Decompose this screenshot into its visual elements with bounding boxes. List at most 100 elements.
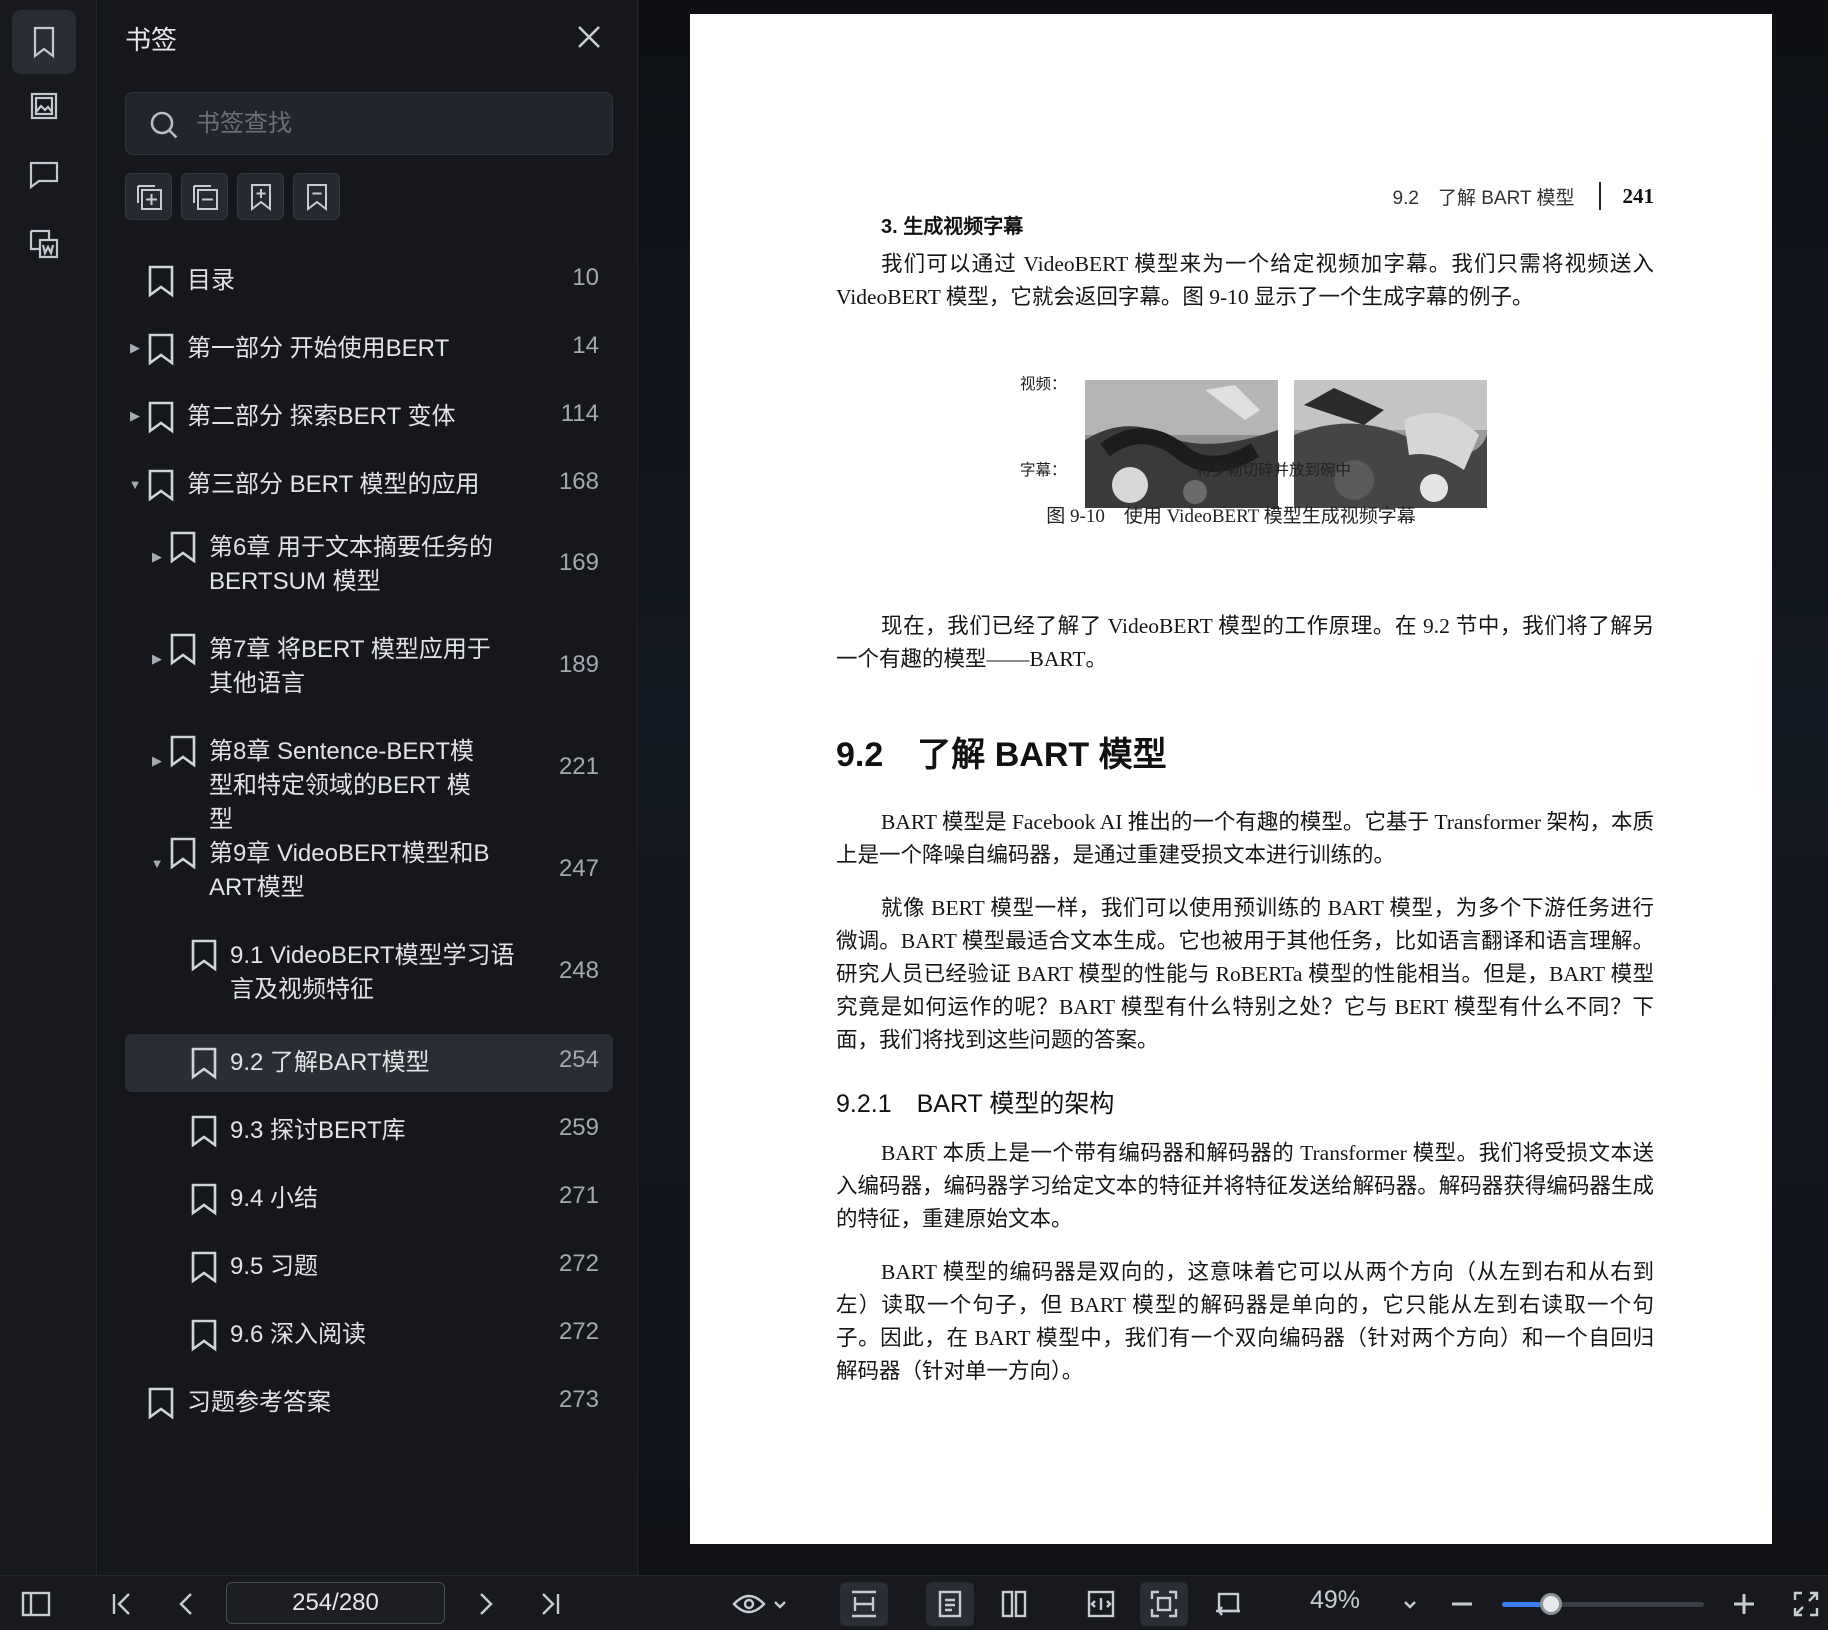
bookmark-item[interactable]: ▶ 第8章 Sentence-BERT模型和特定领域的BERT 模型 221 [125,726,613,833]
thumbnails-tab[interactable] [12,74,76,138]
zoom-dropdown-button[interactable] [1396,1582,1424,1626]
toggle-sidebar-button[interactable] [18,1582,54,1626]
zoom-slider[interactable] [1502,1593,1704,1615]
bookmark-label: 第7章 将BERT 模型应用于其他语言 [209,636,491,697]
bookmark-item[interactable]: 目录 10 [125,252,613,310]
pdf-page: 9.2 了解 BART 模型 241 3. 生成视频字幕 我们可以通过 Vide… [690,14,1772,1544]
bookmark-item[interactable]: 9.6 深入阅读 272 [125,1306,613,1364]
zoom-out-button[interactable] [1446,1582,1478,1626]
figure-frame-2 [1294,380,1487,508]
two-page-icon [1001,1590,1027,1618]
running-head-divider [1598,182,1601,210]
bookmark-icon [168,734,198,768]
word-file-icon [29,229,59,259]
running-head: 9.2 了解 BART 模型 241 [1393,182,1654,210]
bookmark-page-number: 248 [558,957,599,984]
first-page-button[interactable] [106,1582,138,1626]
bookmark-icon [146,264,176,298]
bookmarks-tab[interactable] [12,10,76,74]
chevron-left-icon [179,1593,192,1615]
last-page-button[interactable] [534,1582,566,1626]
comment-icon [29,161,59,190]
bookmark-icon [33,26,55,59]
close-panel-button[interactable] [572,20,606,54]
plus-icon [1734,1594,1754,1614]
expand-arrow-icon[interactable]: ▼ [127,476,143,492]
page-number: 241 [1622,183,1655,208]
fit-screen-icon [1150,1590,1178,1618]
bookmark-label: 第二部分 探索BERT 变体 [187,403,456,430]
collapse-arrow-icon[interactable]: ▶ [149,651,165,667]
fit-screen-button[interactable] [1140,1582,1188,1626]
bookmark-icon [189,1114,219,1148]
rotate-button[interactable] [1204,1582,1252,1626]
bookmark-label: 习题参考答案 [187,1389,331,1416]
bookmark-label: 9.5 习题 [230,1253,319,1280]
view-mode-dropdown[interactable] [730,1582,790,1626]
document-viewer[interactable]: 9.2 了解 BART 模型 241 3. 生成视频字幕 我们可以通过 Vide… [639,0,1828,1575]
bookmark-item[interactable]: 9.4 小结 271 [125,1170,613,1228]
bookmark-icon [168,836,198,870]
paragraph-3: BART 模型是 Facebook AI 推出的一个有趣的模型。它基于 Tran… [836,810,1654,867]
bookmark-label: 第6章 用于文本摘要任务的BERTSUM 模型 [209,534,494,595]
zoom-level[interactable]: 49% [1310,1586,1360,1615]
collapse-arrow-icon[interactable]: ▶ [149,549,165,565]
fit-page-icon [1087,1590,1115,1618]
bookmark-page-number: 273 [558,1386,599,1413]
zoom-in-button[interactable] [1728,1582,1760,1626]
running-head-title: 9.2 了解 BART 模型 [1392,187,1575,209]
bookmark-item[interactable]: ▶ 第二部分 探索BERT 变体 114 [125,388,613,446]
comments-tab[interactable] [12,142,76,206]
collapse-all-button[interactable] [181,173,228,220]
figure-caption-label: 字幕： [1020,462,1067,479]
bookmark-item[interactable]: 9.2 了解BART模型 254 [125,1034,613,1092]
zoom-slider-thumb[interactable] [1540,1593,1563,1615]
word-export-tab[interactable] [12,212,76,276]
continuous-scroll-button[interactable] [840,1582,888,1626]
collapse-arrow-icon[interactable]: ▶ [149,753,165,769]
bookmark-item[interactable]: ▼ 第三部分 BERT 模型的应用 168 [125,456,613,514]
fullscreen-button[interactable] [1790,1582,1822,1626]
add-bookmark-button[interactable] [237,173,284,220]
bookmark-search-input[interactable] [196,93,596,154]
bookmark-label: 9.4 小结 [230,1185,319,1212]
page-number-input[interactable]: 254/280 [226,1582,445,1624]
bookmark-item[interactable]: 9.5 习题 272 [125,1238,613,1296]
section-title: 9.2 了解 BART 模型 [836,736,1167,774]
previous-page-button[interactable] [170,1582,202,1626]
expand-arrow-icon[interactable]: ▼ [149,855,165,871]
bookmark-icon [189,1046,219,1080]
bookmark-label: 第8章 Sentence-BERT模型和特定领域的BERT 模型 [209,738,474,833]
subsection-title: 9.2.1 BART 模型的架构 [836,1090,1115,1118]
sidebar-toggle-icon [21,1591,51,1617]
icon-rail [0,0,97,1575]
bookmark-item[interactable]: 9.1 VideoBERT模型学习语言及视频特征 248 [125,930,613,1018]
fit-page-button[interactable] [1077,1582,1125,1626]
bookmark-page-number: 10 [572,264,599,291]
panel-title: 书签 [125,25,178,55]
expand-all-button[interactable] [125,173,172,220]
two-page-button[interactable] [990,1582,1038,1626]
bookmark-page-number: 272 [558,1250,599,1277]
collapse-arrow-icon[interactable]: ▶ [127,340,143,356]
bookmark-tools [125,173,340,220]
bookmark-item[interactable]: ▶ 第一部分 开始使用BERT 14 [125,320,613,378]
bookmark-item[interactable]: ▼ 第9章 VideoBERT模型和BART模型 247 [125,828,613,916]
first-page-icon [112,1593,130,1615]
bookmark-label: 第一部分 开始使用BERT [187,335,450,362]
bookmark-page-number: 168 [558,468,599,495]
chevron-down-icon [1404,1601,1416,1609]
bookmark-item[interactable]: ▶ 第6章 用于文本摘要任务的BERTSUM 模型 169 [125,522,613,610]
bookmark-item[interactable]: ▶ 第7章 将BERT 模型应用于其他语言 189 [125,624,613,712]
bookmark-item[interactable]: 9.3 探讨BERT库 259 [125,1102,613,1160]
figure-subtitle-text: 将罗勒切碎并放到碗中 [1196,462,1352,479]
collapse-arrow-icon[interactable]: ▶ [127,408,143,424]
remove-bookmark-button[interactable] [293,173,340,220]
bookmark-item[interactable]: 习题参考答案 273 [125,1374,613,1432]
next-page-button[interactable] [470,1582,502,1626]
add-bookmark-icon [250,183,271,211]
bookmark-search[interactable] [125,92,613,155]
bookmark-page-number: 254 [558,1046,599,1073]
single-page-button[interactable] [926,1582,974,1626]
bookmark-label: 目录 [187,267,235,294]
